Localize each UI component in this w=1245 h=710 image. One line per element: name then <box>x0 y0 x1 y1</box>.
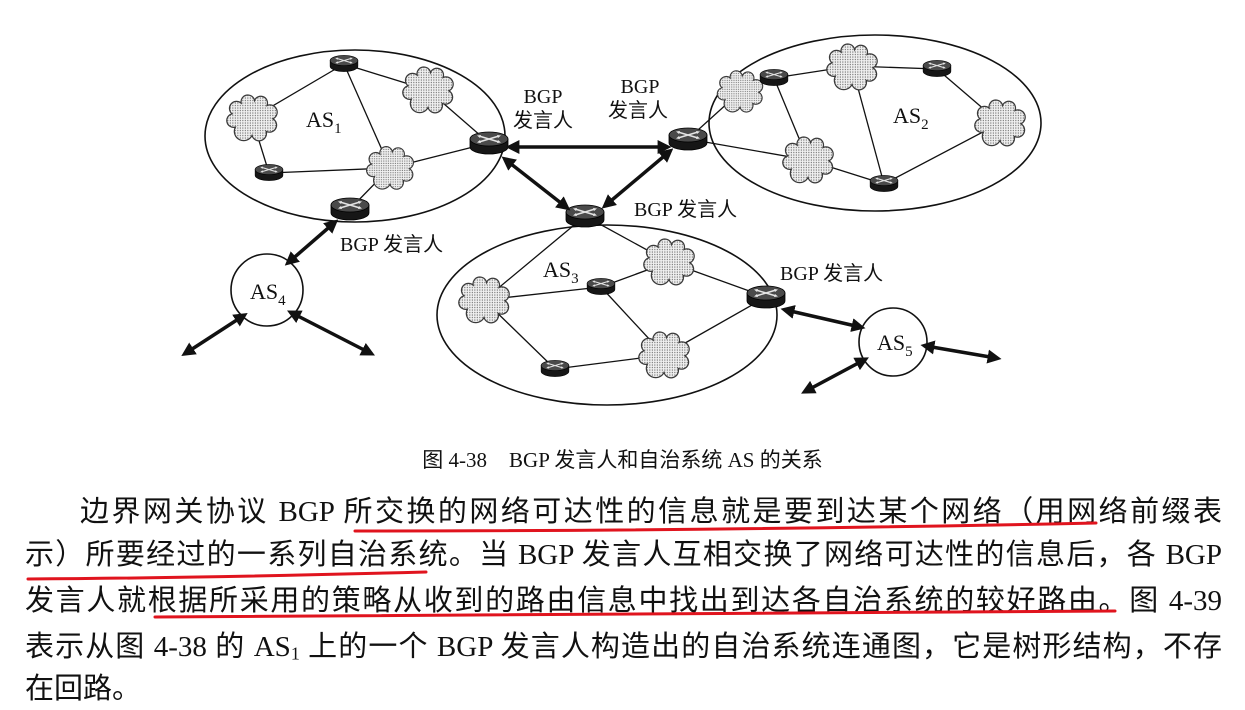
paragraph-line-1: 边界网关协议 BGP 所交换的网络可达性的信息就是要到达某个网络（用网络前缀表 <box>80 496 1222 528</box>
line-4-text-after: 上的一个 BGP 发言人构造出的自治系统连通图，它是树形结构，不存 <box>299 631 1222 663</box>
bgp-arrow-as2-as3 <box>601 148 674 209</box>
paragraph-line-2: 示）所要经过的一系列自治系统。当 BGP 发言人互相交换了网络可达性的信息后，各… <box>25 539 1222 571</box>
bgp-speaker-router-icon <box>565 204 605 228</box>
paragraph-line-3: 发言人就根据所采用的策略从收到的路由信息中找出到达各自治系统的较好路由。图 4-… <box>25 585 1222 617</box>
as-subscript: 1 <box>290 643 300 664</box>
speaker-label-as1-bottom: BGP 发言人 <box>340 233 443 256</box>
speaker-label-as2-line1: BGP <box>621 76 660 98</box>
bgp-arrow-as3-as5 <box>780 305 866 332</box>
speaker-label-as1-line2: 发言人 <box>513 109 573 132</box>
speaker-label-as2-line2: 发言人 <box>608 99 668 122</box>
router-icon <box>329 54 359 73</box>
router-icon <box>869 174 899 193</box>
bgp-arrow-as1-as3 <box>501 156 571 211</box>
paragraph-line-5: 在回路。 <box>25 673 142 705</box>
bgp-arrow-as4-out <box>181 312 248 357</box>
router-icon <box>540 359 570 378</box>
figure-number: 图 4-38 <box>422 448 488 472</box>
figure-caption: 图 4-38 BGP 发言人和自治系统 AS 的关系 <box>0 446 1245 474</box>
line-4-text-before: 表示从图 4-38 的 AS <box>25 631 291 663</box>
bgp-arrow-as1-as4 <box>284 219 339 266</box>
textbook-page: AS1 AS2 AS3 AS4 AS5 BGP 发言人 BGP 发言人 BGP … <box>0 0 1245 710</box>
bgp-arrow-as4-out <box>287 310 375 356</box>
bgp-arrow-as5-out <box>801 357 869 394</box>
router-icon <box>759 68 789 87</box>
router-icon <box>922 59 952 78</box>
bgp-speaker-router-icon <box>746 285 786 309</box>
paragraph-line-4: 表示从图 4-38 的 AS1 上的一个 BGP 发言人构造出的自治系统连通图，… <box>25 627 1222 667</box>
bgp-speaker-router-icon <box>469 131 509 155</box>
speaker-label-as3-right: BGP 发言人 <box>780 262 883 285</box>
speaker-label-as3-top: BGP 发言人 <box>634 198 737 221</box>
bgp-arrow-as5-out <box>920 340 1002 364</box>
router-icon <box>254 163 284 182</box>
figure-title: BGP 发言人和自治系统 AS 的关系 <box>509 448 823 472</box>
speaker-label-as1-line1: BGP <box>524 86 563 108</box>
bgp-as-diagram: AS1 AS2 AS3 AS4 AS5 BGP 发言人 BGP 发言人 BGP … <box>181 34 1042 406</box>
bgp-speaker-router-icon <box>330 197 370 221</box>
bgp-speaker-router-icon <box>668 127 708 151</box>
router-icon <box>586 277 616 296</box>
